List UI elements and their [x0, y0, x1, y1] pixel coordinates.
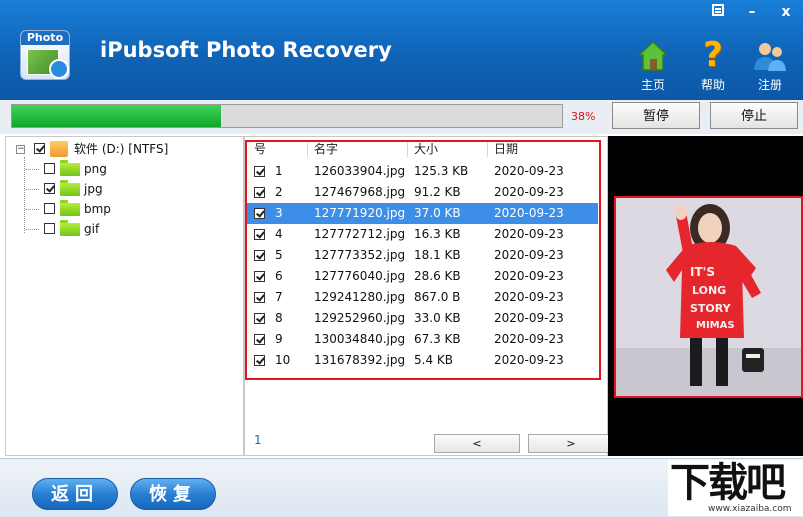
home-label: 主页 — [640, 78, 665, 92]
tree-item-gif[interactable]: gif — [44, 220, 194, 238]
tree-item-png[interactable]: png — [44, 160, 194, 178]
home-button[interactable]: 主页 — [628, 40, 678, 95]
preview-photo: IT'S LONG STORY MIMAS — [616, 198, 801, 396]
tree-checkbox[interactable] — [44, 163, 55, 174]
tree-item-label: bmp — [84, 202, 111, 216]
watermark-url: www.xiazaiba.com — [708, 504, 792, 514]
next-page-button[interactable]: > — [528, 434, 614, 453]
tree-checkbox[interactable] — [44, 223, 55, 234]
feedback-icon — [712, 4, 724, 16]
tree-root[interactable]: 软件 (D:) [NTFS] — [34, 140, 234, 158]
feedback-button[interactable] — [707, 2, 729, 22]
svg-text:MIMAS: MIMAS — [696, 320, 735, 331]
prev-page-button[interactable]: < — [434, 434, 520, 453]
tree-line — [25, 229, 39, 230]
folder-tree: − 软件 (D:) [NTFS] png jpg bmp gif — [5, 136, 244, 456]
minimize-button[interactable]: – — [741, 2, 763, 22]
help-label: 帮助 — [700, 78, 725, 92]
page-number: 1 — [254, 433, 262, 447]
tree-item-label: png — [84, 162, 107, 176]
pause-button[interactable]: 暂停 — [612, 102, 700, 129]
app-logo: Photo — [20, 30, 70, 80]
folder-icon — [60, 200, 80, 216]
folder-icon — [60, 220, 80, 236]
back-button[interactable]: 返回 — [32, 478, 118, 510]
register-button[interactable]: 注册 — [745, 40, 795, 95]
root-checkbox[interactable] — [34, 143, 45, 154]
tree-item-jpg[interactable]: jpg — [44, 180, 194, 198]
svg-text:IT'S: IT'S — [690, 265, 715, 279]
folder-icon — [60, 180, 80, 196]
tree-line — [25, 169, 39, 170]
stop-button[interactable]: 停止 — [710, 102, 798, 129]
list-highlight-frame — [245, 140, 601, 380]
help-button[interactable]: ? 帮助 — [688, 36, 738, 95]
tree-item-label: jpg — [84, 182, 103, 196]
svg-text:STORY: STORY — [690, 302, 732, 315]
progress-percent: 38% — [571, 110, 596, 123]
close-button[interactable]: x — [775, 2, 797, 22]
recover-button[interactable]: 恢复 — [130, 478, 216, 510]
logo-text: Photo — [21, 31, 69, 45]
refresh-icon — [49, 59, 69, 79]
image-preview: IT'S LONG STORY MIMAS — [614, 196, 803, 398]
home-icon — [638, 40, 668, 71]
register-label: 注册 — [757, 78, 782, 92]
tree-item-label: gif — [84, 222, 100, 236]
folder-icon — [60, 160, 80, 176]
tree-checkbox[interactable] — [44, 203, 55, 214]
scan-progress-bar — [11, 104, 563, 128]
help-icon: ? — [703, 35, 723, 75]
tree-checkbox[interactable] — [44, 183, 55, 194]
progress-fill — [12, 105, 221, 127]
tree-line — [25, 189, 39, 190]
watermark-logo: 下载吧 — [670, 460, 786, 506]
tree-item-bmp[interactable]: bmp — [44, 200, 194, 218]
app-title: iPubsoft Photo Recovery — [100, 38, 392, 62]
collapse-toggle[interactable]: − — [16, 145, 25, 154]
tree-line — [25, 209, 39, 210]
watermark: 下载吧 www.xiazaiba.com — [668, 460, 803, 516]
root-label: 软件 (D:) [NTFS] — [74, 142, 169, 156]
svg-text:LONG: LONG — [692, 284, 726, 297]
drive-icon — [50, 141, 68, 157]
users-icon — [754, 43, 786, 71]
